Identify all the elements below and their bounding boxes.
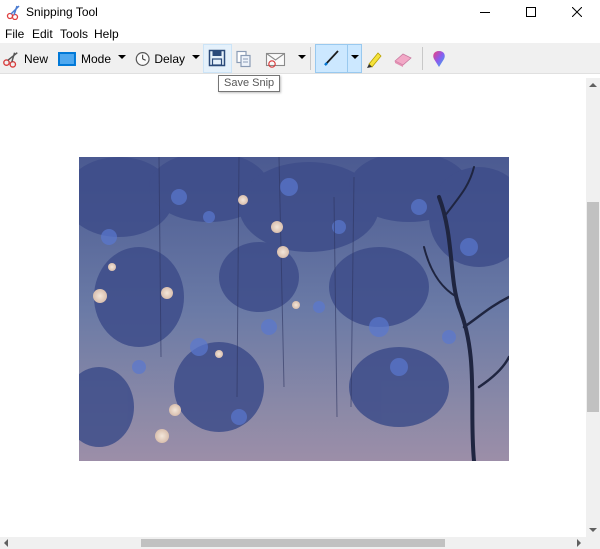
toolbar: New Mode Delay [0,43,600,74]
save-snip-button[interactable] [203,44,232,73]
pen-icon [324,50,339,66]
window-title: Snipping Tool [26,5,98,19]
close-button[interactable] [554,0,600,24]
menu-help[interactable]: Help [94,27,119,41]
mode-label: Mode [80,51,111,66]
pen-dropdown-arrow[interactable] [351,55,359,59]
paint-3d-icon [433,50,445,67]
captured-snip-image [79,157,509,461]
delay-label: Delay [154,51,185,66]
title-bar: Snipping Tool [0,0,600,24]
eraser-button[interactable] [393,45,415,72]
scroll-down-arrow-icon[interactable] [589,528,597,532]
pen-split-divider [347,45,348,72]
delay-button[interactable]: Delay [135,45,185,72]
scroll-right-arrow-icon[interactable] [577,539,581,547]
horizontal-scroll-thumb[interactable] [141,539,445,547]
rectangle-snip-icon [57,51,76,66]
snip-canvas[interactable] [0,78,586,537]
minimize-icon [480,12,490,13]
toolbar-separator [422,47,423,70]
copy-button[interactable] [235,45,257,72]
close-icon [572,7,582,17]
envelope-icon [265,52,286,68]
clock-icon [135,51,150,66]
highlighter-icon [367,51,382,68]
maximize-button[interactable] [508,0,554,24]
scroll-up-arrow-icon[interactable] [589,83,597,87]
scrollbar-corner [586,537,600,549]
eraser-icon [394,53,412,67]
menu-bar: File Edit Tools Help [0,24,600,43]
new-label: New [23,51,48,66]
send-snip-button[interactable] [265,45,291,72]
vertical-scroll-thumb[interactable] [587,202,599,412]
captured-painting-image [79,157,509,461]
copy-icon [236,50,251,67]
minimize-button[interactable] [462,0,508,24]
paint-3d-button[interactable] [430,45,452,72]
scissors-icon [3,51,18,68]
new-button[interactable]: New [2,45,48,72]
mode-button[interactable]: Mode [57,45,111,72]
toolbar-separator [310,47,311,70]
floppy-disk-icon [208,49,226,67]
delay-dropdown-arrow[interactable] [192,55,200,59]
maximize-icon [526,7,536,17]
snipping-tool-app-icon [6,5,20,20]
vertical-scrollbar[interactable] [586,78,600,537]
scroll-left-arrow-icon[interactable] [4,539,8,547]
mode-dropdown-arrow[interactable] [118,55,126,59]
send-dropdown-arrow[interactable] [298,55,306,59]
save-snip-tooltip: Save Snip [218,75,281,92]
menu-tools[interactable]: Tools [60,27,88,41]
horizontal-scrollbar[interactable] [0,537,586,549]
highlighter-button[interactable] [364,45,386,72]
menu-file[interactable]: File [5,27,24,41]
menu-edit[interactable]: Edit [32,27,53,41]
